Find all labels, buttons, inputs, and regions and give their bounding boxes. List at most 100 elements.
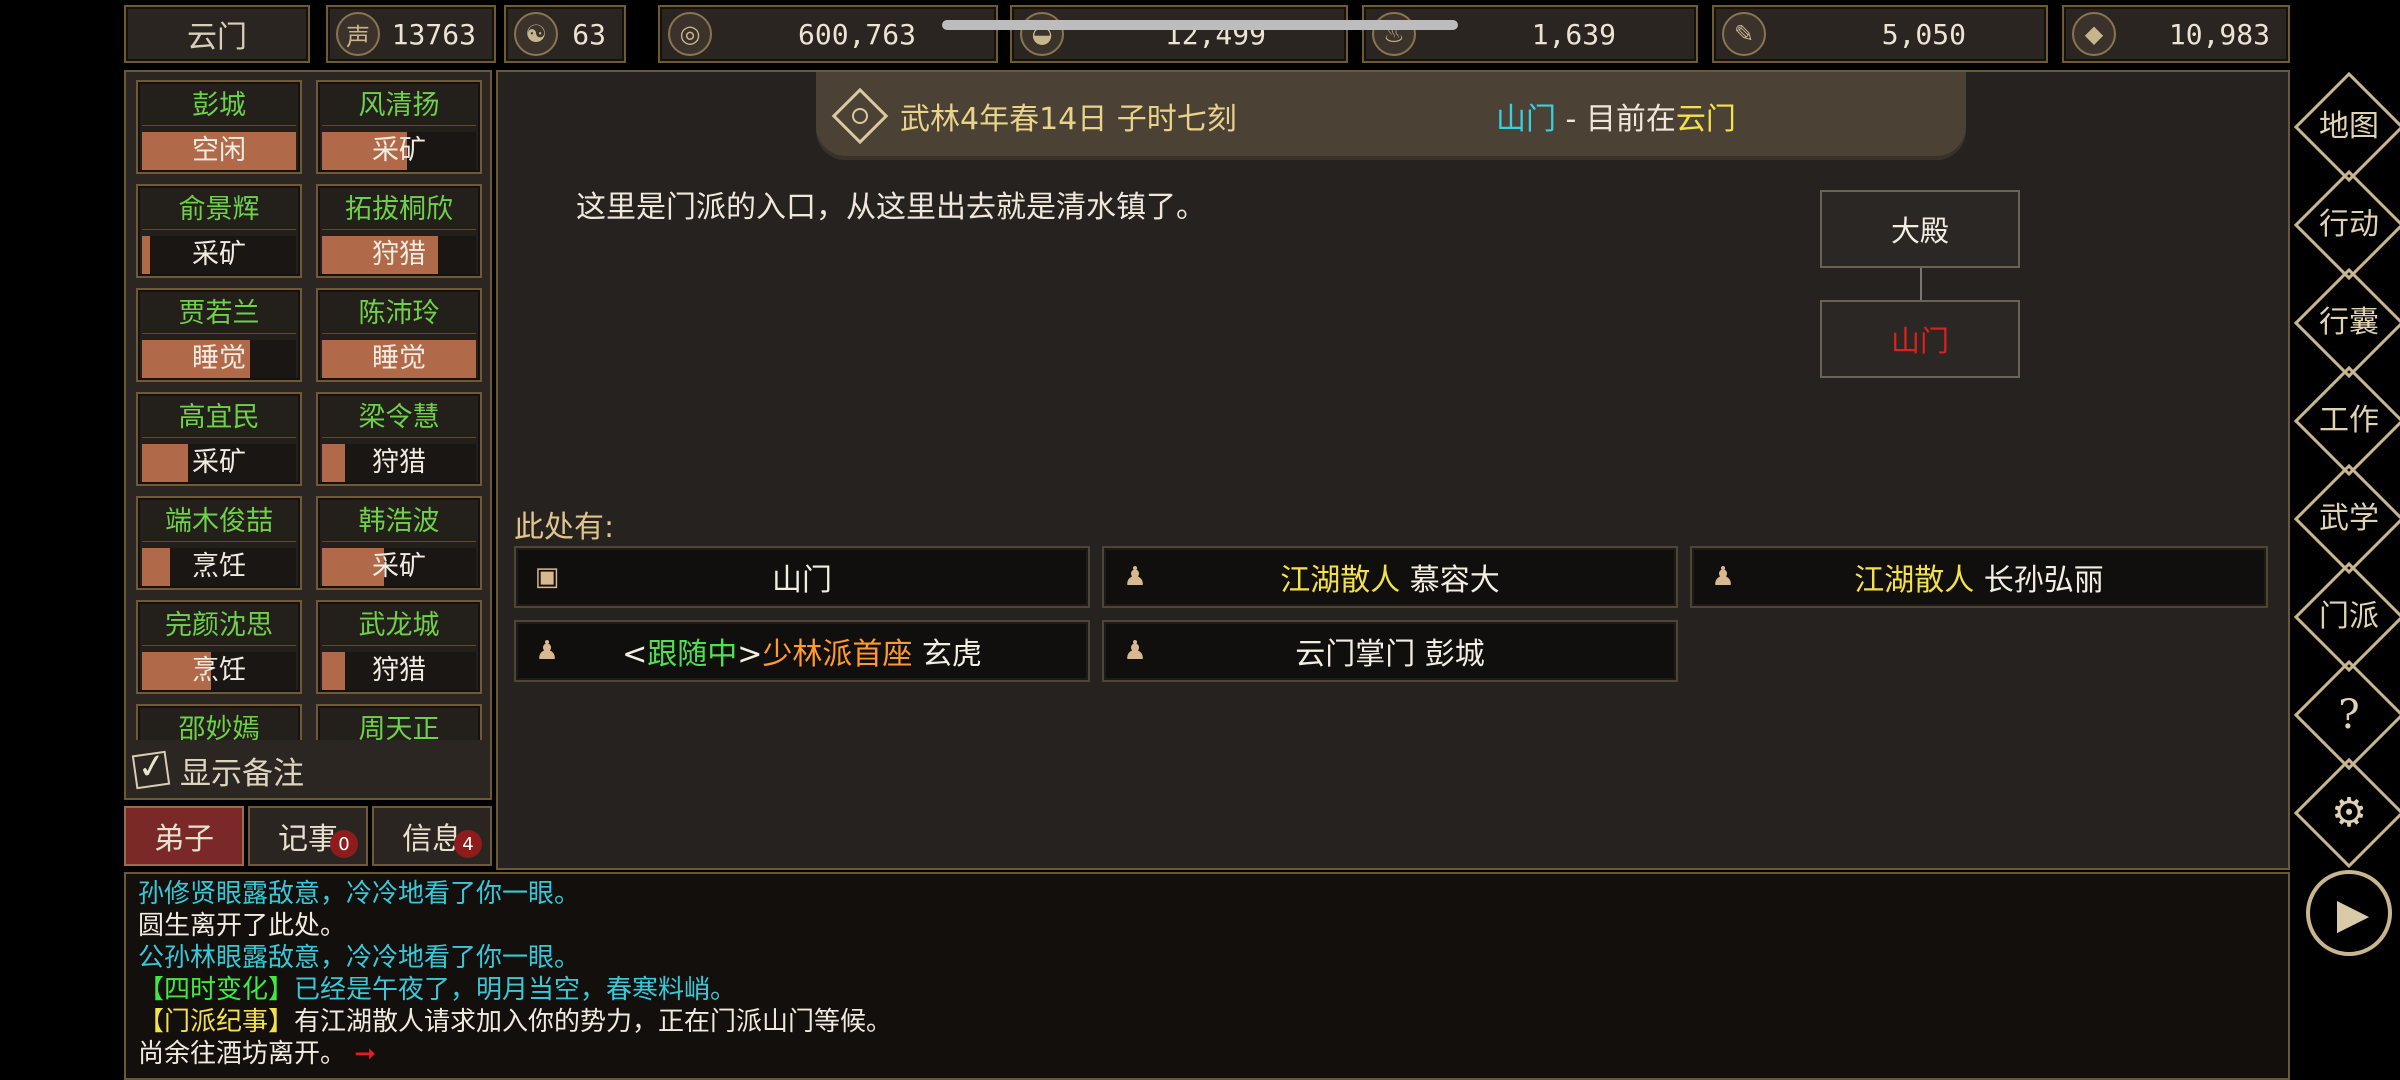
- tab-label: 信息: [402, 822, 462, 857]
- menu-label: 门派: [2319, 599, 2379, 634]
- ore-counter[interactable]: ◆ 10,983: [2062, 5, 2290, 63]
- disciple-task: 狩猎: [322, 652, 476, 690]
- menu-sect-button[interactable]: 门派: [2293, 561, 2400, 673]
- current-location: 山门 - 目前在云门: [1496, 94, 1736, 138]
- disciple-list[interactable]: 彭城 空闲 风清扬 采矿 俞景辉 采矿 拓拔桐欣 狩猎 贾若兰 睡觉 陈沛玲 睡…: [136, 80, 482, 740]
- task-label: 采矿: [192, 239, 246, 270]
- entity-npc[interactable]: ♟ 江湖散人 长孙弘丽: [1690, 546, 2268, 608]
- minimap-node-label: 大殿: [1890, 214, 1949, 248]
- disciple-name: 周天正: [322, 710, 476, 740]
- minimap-link: [1920, 268, 1922, 302]
- disciple-task: 空闲: [142, 132, 296, 170]
- wood-icon: ✎: [1722, 12, 1766, 56]
- disciple-card[interactable]: 周天正: [316, 704, 482, 740]
- log-line: 孙修贤眼露敌意，冷冷地看了你一眼。: [138, 879, 581, 909]
- disciple-card[interactable]: 拓拔桐欣 狩猎: [316, 184, 482, 278]
- disciple-card[interactable]: 风清扬 采矿: [316, 80, 482, 174]
- minimap-node-hall[interactable]: 大殿: [1820, 190, 2020, 268]
- disciple-card[interactable]: 彭城 空闲: [136, 80, 302, 174]
- show-notes-toggle[interactable]: 显示备注: [131, 746, 304, 794]
- herb-value: 1,639: [1531, 17, 1616, 51]
- log-tag: 【门派纪事】: [138, 1007, 295, 1037]
- task-label: 采矿: [372, 135, 426, 166]
- disciple-name: 风清扬: [322, 86, 476, 126]
- disciple-card[interactable]: 完颜沈思 烹饪: [136, 600, 302, 694]
- ore-icon: ◆: [2072, 12, 2116, 56]
- log-text: 已经是午夜了，明月当空，春寒料峭。: [294, 975, 737, 1005]
- box-icon: ▣: [534, 562, 560, 592]
- coin-counter[interactable]: ◎ 600,763: [658, 5, 998, 63]
- question-icon: ?: [2338, 692, 2360, 738]
- tab-disciples[interactable]: 弟子: [124, 806, 244, 866]
- checkbox-checked-icon[interactable]: [131, 750, 171, 790]
- disciple-card[interactable]: 陈沛玲 睡觉: [316, 288, 482, 382]
- menu-label: 武学: [2319, 501, 2379, 536]
- disciple-card[interactable]: 贾若兰 睡觉: [136, 288, 302, 382]
- follow-bracket: >: [737, 637, 763, 672]
- entity-npc-leader[interactable]: ♟ 云门掌门 彭城: [1102, 620, 1678, 682]
- disciple-card[interactable]: 邵妙嫣: [136, 704, 302, 740]
- menu-label: 行动: [2319, 207, 2379, 242]
- menu-label: 工作: [2319, 403, 2379, 438]
- tab-info[interactable]: 信息 4: [372, 806, 492, 866]
- entity-npc-following[interactable]: ♟ <跟随中>少林派首座 玄虎: [514, 620, 1090, 682]
- food-counter[interactable]: ◒ 12,499: [1010, 5, 1348, 63]
- entity-label: 山门: [772, 563, 832, 598]
- message-log[interactable]: 孙修贤眼露敌意，冷冷地看了你一眼。 圆生离开了此处。 公孙林眼露敌意，冷冷地看了…: [124, 872, 2290, 1080]
- settings-button[interactable]: ⚙: [2293, 757, 2400, 869]
- menu-action-button[interactable]: 行动: [2293, 169, 2400, 281]
- minimap-node-gate[interactable]: 山门: [1820, 300, 2020, 378]
- wood-counter[interactable]: ✎ 5,050: [1712, 5, 2048, 63]
- ore-value: 10,983: [2168, 17, 2270, 51]
- menu-bag-button[interactable]: 行囊: [2293, 267, 2400, 379]
- herb-counter[interactable]: ♨ 1,639: [1362, 5, 1698, 63]
- menu-label: 行囊: [2319, 305, 2379, 340]
- disciple-card[interactable]: 俞景辉 采矿: [136, 184, 302, 278]
- task-label: 烹饪: [192, 551, 246, 582]
- task-label: 狩猎: [372, 655, 426, 686]
- disciple-card[interactable]: 梁令慧 狩猎: [316, 392, 482, 486]
- log-text: 有江湖散人请求加入你的势力，正在门派山门等候。: [294, 1007, 893, 1037]
- disciple-task: 采矿: [142, 444, 296, 482]
- disciple-card[interactable]: 端木俊喆 烹饪: [136, 496, 302, 590]
- disciple-task: 狩猎: [322, 236, 476, 274]
- location-separator: - 目前在: [1556, 102, 1676, 137]
- play-button[interactable]: ▶: [2306, 870, 2392, 956]
- task-label: 狩猎: [372, 447, 426, 478]
- npc-name: 慕容大: [1409, 563, 1500, 598]
- system-grab-handle[interactable]: [942, 20, 1458, 30]
- reputation-counter[interactable]: 声 13763: [326, 5, 496, 63]
- menu-work-button[interactable]: 工作: [2293, 365, 2400, 477]
- location-sect: 云门: [1675, 102, 1736, 137]
- disciple-card[interactable]: 武龙城 狩猎: [316, 600, 482, 694]
- task-label: 睡觉: [372, 343, 426, 374]
- menu-martial-button[interactable]: 武学: [2293, 463, 2400, 575]
- entity-label: 江湖散人 长孙弘丽: [1692, 555, 2266, 599]
- log-text: 尚余往酒坊离开。: [138, 1039, 347, 1069]
- sect-name-box: 云门: [124, 5, 310, 63]
- yinyang-counter[interactable]: ☯ 63: [504, 5, 626, 63]
- arrow-right-icon: ➞: [346, 1039, 377, 1069]
- disciple-name: 高宜民: [142, 398, 296, 438]
- entity-label: 云门掌门 彭城: [1295, 637, 1485, 672]
- npc-title: 少林派首座: [762, 637, 913, 672]
- disciple-card[interactable]: 韩浩波 采矿: [316, 496, 482, 590]
- task-label: 采矿: [372, 551, 426, 582]
- info-count-badge: 4: [454, 830, 482, 858]
- log-tag: 【四时变化】: [138, 975, 295, 1005]
- tab-records[interactable]: 记事 0: [248, 806, 368, 866]
- task-label: 烹饪: [192, 655, 246, 686]
- help-button[interactable]: ?: [2293, 659, 2400, 771]
- follow-bracket: <: [622, 637, 648, 672]
- entity-npc[interactable]: ♟ 江湖散人 慕容大: [1102, 546, 1678, 608]
- person-icon: ♟: [1711, 562, 1735, 592]
- menu-map-button[interactable]: 地图: [2293, 71, 2400, 183]
- play-icon: ▶: [2336, 888, 2370, 938]
- task-label: 狩猎: [372, 239, 426, 270]
- disciple-card[interactable]: 高宜民 采矿: [136, 392, 302, 486]
- disciple-name: 武龙城: [322, 606, 476, 646]
- entity-gate[interactable]: ▣ 山门: [514, 546, 1090, 608]
- npc-name: 玄虎: [921, 637, 982, 672]
- log-line: 【四时变化】已经是午夜了，明月当空，春寒料峭。: [138, 974, 2276, 1006]
- entity-label: <跟随中>少林派首座 玄虎: [516, 629, 1088, 673]
